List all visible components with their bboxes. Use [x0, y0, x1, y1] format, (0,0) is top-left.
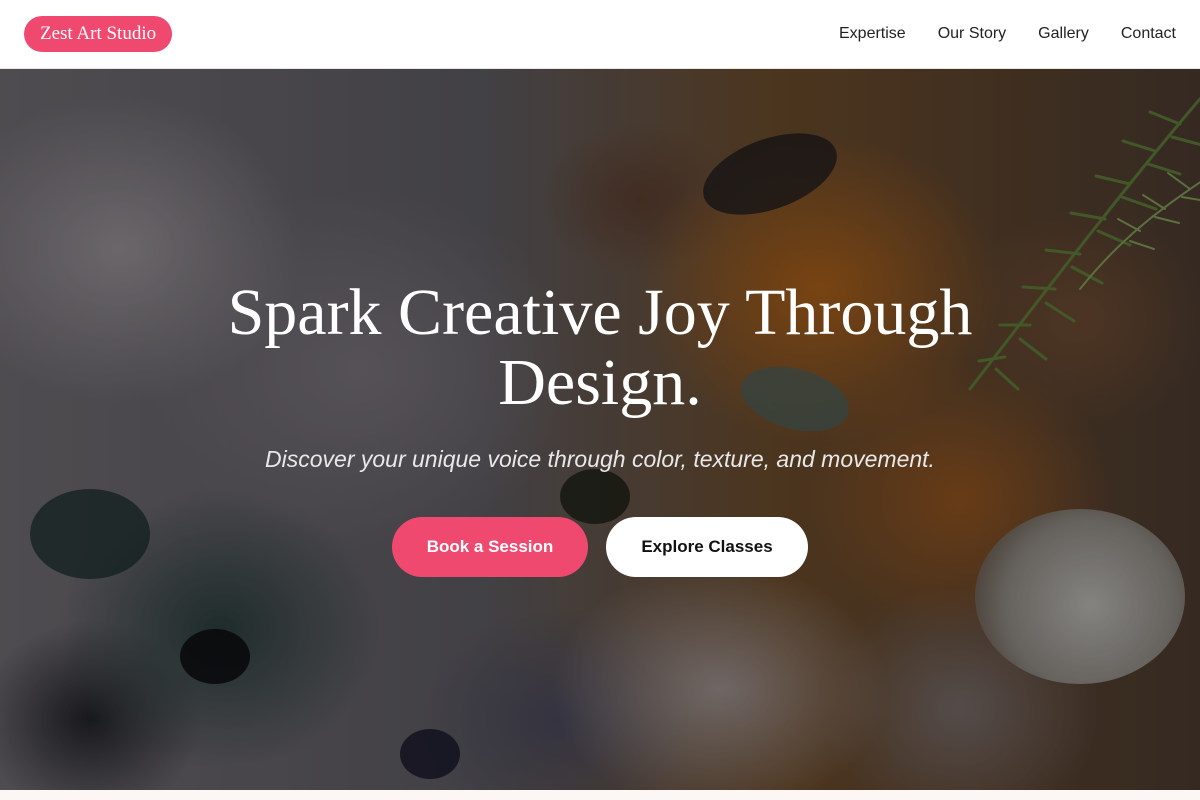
main-nav: Expertise Our Story Gallery Contact	[839, 25, 1176, 43]
hero-section: Spark Creative Joy Through Design. Disco…	[0, 69, 1200, 790]
hero-content: Spark Creative Joy Through Design. Disco…	[0, 278, 1200, 577]
nav-link-expertise[interactable]: Expertise	[839, 25, 906, 43]
hero-title: Spark Creative Joy Through Design.	[227, 276, 973, 419]
book-session-button[interactable]: Book a Session	[392, 517, 588, 577]
hero-actions: Book a Session Explore Classes	[392, 517, 808, 577]
nav-link-our-story[interactable]: Our Story	[938, 25, 1006, 43]
site-header: Zest Art Studio Expertise Our Story Gall…	[0, 0, 1200, 69]
next-section-edge	[0, 790, 1200, 800]
hero-subtitle: Discover your unique voice through color…	[265, 446, 935, 472]
nav-link-contact[interactable]: Contact	[1121, 25, 1176, 43]
explore-classes-button[interactable]: Explore Classes	[606, 517, 808, 577]
brand-logo-link[interactable]: Zest Art Studio	[24, 16, 173, 52]
nav-link-gallery[interactable]: Gallery	[1038, 25, 1089, 43]
